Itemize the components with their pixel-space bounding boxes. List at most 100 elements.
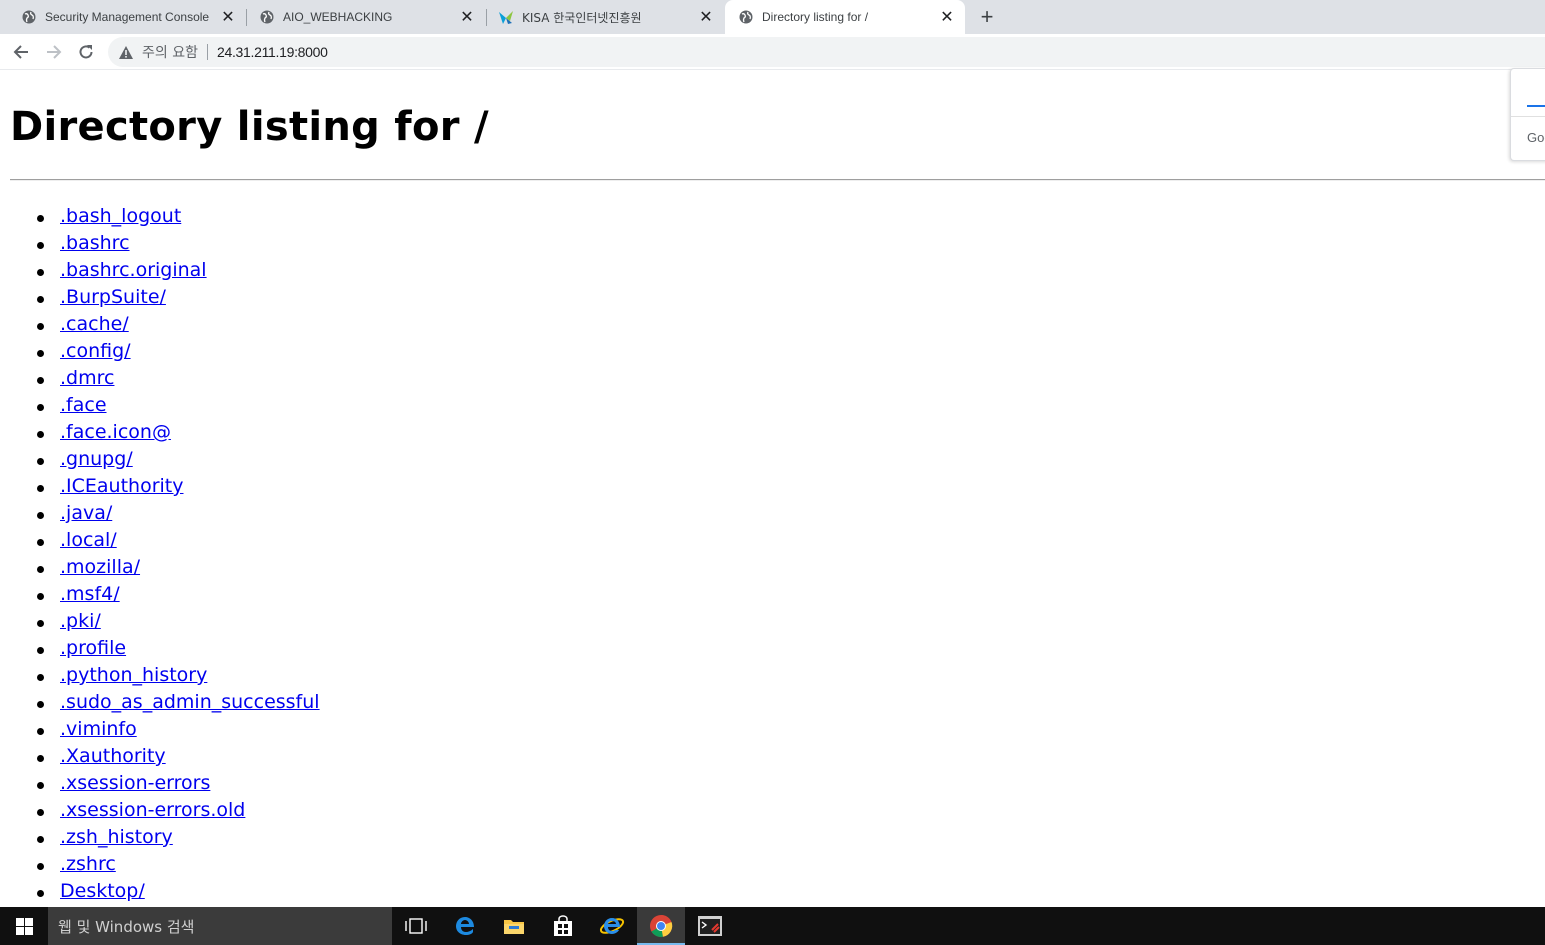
- file-link[interactable]: .zsh_history: [60, 826, 173, 848]
- file-link[interactable]: .bashrc.original: [60, 259, 207, 281]
- store-icon[interactable]: [539, 907, 587, 945]
- list-item: .face: [0, 392, 320, 419]
- list-item: .java/: [0, 500, 320, 527]
- new-tab-button[interactable]: +: [976, 6, 998, 28]
- file-link[interactable]: .msf4/: [60, 583, 120, 605]
- chrome-icon[interactable]: [637, 907, 685, 945]
- tab-directory-listing[interactable]: Directory listing for / ✕: [725, 0, 965, 34]
- horizontal-rule: [10, 179, 1545, 181]
- globe-icon: [738, 9, 754, 25]
- popup-text: Goo: [1527, 130, 1545, 145]
- file-link[interactable]: .local/: [60, 529, 117, 551]
- list-item: .bash_logout: [0, 203, 320, 230]
- file-link[interactable]: .bashrc: [60, 232, 130, 254]
- terminal-icon[interactable]: [686, 907, 734, 945]
- file-link[interactable]: .Xauthority: [60, 745, 166, 767]
- close-icon[interactable]: ✕: [937, 7, 957, 27]
- list-item: .pki/: [0, 608, 320, 635]
- list-item: .zshrc: [0, 851, 320, 878]
- tab-title: KISA 한국인터넷진흥원: [522, 10, 642, 25]
- list-item: .bashrc: [0, 230, 320, 257]
- file-link[interactable]: .xsession-errors.old: [60, 799, 245, 821]
- close-icon[interactable]: ✕: [457, 7, 477, 27]
- side-popup[interactable]: Goo: [1510, 68, 1545, 161]
- reload-icon: [79, 45, 93, 59]
- tab-title: AIO_WEBHACKING: [283, 10, 393, 24]
- file-link[interactable]: .python_history: [60, 664, 207, 686]
- close-icon[interactable]: ✕: [696, 7, 716, 27]
- omnibox-divider: [206, 44, 208, 60]
- windows-logo-icon: [15, 917, 33, 935]
- globe-icon: [259, 9, 275, 25]
- warning-icon[interactable]: [118, 44, 134, 60]
- file-list: .bash_logout .bashrc .bashrc.original .Burp…: [0, 203, 320, 905]
- edge-icon[interactable]: [441, 907, 489, 945]
- tab-strip: Security Management Console ✕ AIO_WEBHAC…: [0, 0, 1545, 34]
- close-icon[interactable]: ✕: [218, 7, 238, 27]
- file-link[interactable]: .profile: [60, 637, 126, 659]
- tab-title: Directory listing for /: [762, 10, 869, 24]
- list-item: .Xauthority: [0, 743, 320, 770]
- internet-explorer-icon[interactable]: [588, 907, 636, 945]
- address-bar[interactable]: 주의 요함 24.31.211.19:8000: [108, 37, 1545, 67]
- globe-icon: [21, 9, 37, 25]
- file-link[interactable]: .dmrc: [60, 367, 114, 389]
- popup-divider: [1511, 116, 1545, 117]
- list-item: Desktop/: [0, 878, 320, 905]
- file-link[interactable]: .bash_logout: [60, 205, 181, 227]
- kisa-logo-icon: [498, 9, 514, 25]
- url-text[interactable]: 24.31.211.19:8000: [217, 44, 328, 60]
- tab-kisa[interactable]: KISA 한국인터넷진흥원 ✕: [477, 0, 724, 34]
- list-item: .dmrc: [0, 365, 320, 392]
- file-link[interactable]: Desktop/: [60, 880, 145, 902]
- file-link[interactable]: .zshrc: [60, 853, 116, 875]
- back-button[interactable]: [7, 38, 35, 66]
- file-link[interactable]: .java/: [60, 502, 112, 524]
- list-item: .ICEauthority: [0, 473, 320, 500]
- list-item: .xsession-errors: [0, 770, 320, 797]
- arrow-right-icon: [47, 45, 62, 59]
- list-item: .msf4/: [0, 581, 320, 608]
- file-link[interactable]: .pki/: [60, 610, 101, 632]
- list-item: .face.icon@: [0, 419, 320, 446]
- reload-button[interactable]: [72, 38, 100, 66]
- tab-security-management-console[interactable]: Security Management Console ✕: [0, 0, 246, 34]
- tab-title: Security Management Console: [45, 10, 210, 24]
- list-item: .sudo_as_admin_successful: [0, 689, 320, 716]
- list-item: .zsh_history: [0, 824, 320, 851]
- file-explorer-icon[interactable]: [490, 907, 538, 945]
- search-placeholder: 웹 및 Windows 검색: [58, 917, 195, 936]
- file-link[interactable]: .ICEauthority: [60, 475, 184, 497]
- list-item: .profile: [0, 635, 320, 662]
- list-item: .viminfo: [0, 716, 320, 743]
- windows-taskbar: 웹 및 Windows 검색: [0, 907, 1545, 945]
- file-link[interactable]: .gnupg/: [60, 448, 133, 470]
- file-link[interactable]: .viminfo: [60, 718, 137, 740]
- file-link[interactable]: .face: [60, 394, 107, 416]
- list-item: .cache/: [0, 311, 320, 338]
- security-status-label[interactable]: 주의 요함: [142, 42, 198, 62]
- start-button[interactable]: [0, 907, 48, 945]
- page-title: Directory listing for /: [10, 104, 489, 150]
- file-link[interactable]: .sudo_as_admin_successful: [60, 691, 320, 713]
- taskbar-search-input[interactable]: 웹 및 Windows 검색: [48, 907, 392, 945]
- popup-accent-bar: [1527, 105, 1545, 107]
- file-link[interactable]: .face.icon@: [60, 421, 171, 443]
- tab-aio-webhacking[interactable]: AIO_WEBHACKING ✕: [238, 0, 485, 34]
- file-link[interactable]: .cache/: [60, 313, 129, 335]
- list-item: .config/: [0, 338, 320, 365]
- file-link[interactable]: .BurpSuite/: [60, 286, 166, 308]
- file-link[interactable]: .mozilla/: [60, 556, 140, 578]
- page-content: Directory listing for / .bash_logout .bas…: [0, 70, 1545, 907]
- browser-toolbar: 주의 요함 24.31.211.19:8000: [0, 34, 1545, 70]
- file-link[interactable]: .xsession-errors: [60, 772, 210, 794]
- file-link[interactable]: .config/: [60, 340, 131, 362]
- list-item: .bashrc.original: [0, 257, 320, 284]
- task-view-icon[interactable]: [392, 907, 440, 945]
- list-item: .BurpSuite/: [0, 284, 320, 311]
- list-item: .mozilla/: [0, 554, 320, 581]
- arrow-left-icon: [13, 45, 28, 59]
- list-item: .python_history: [0, 662, 320, 689]
- forward-button[interactable]: [40, 38, 68, 66]
- list-item: .local/: [0, 527, 320, 554]
